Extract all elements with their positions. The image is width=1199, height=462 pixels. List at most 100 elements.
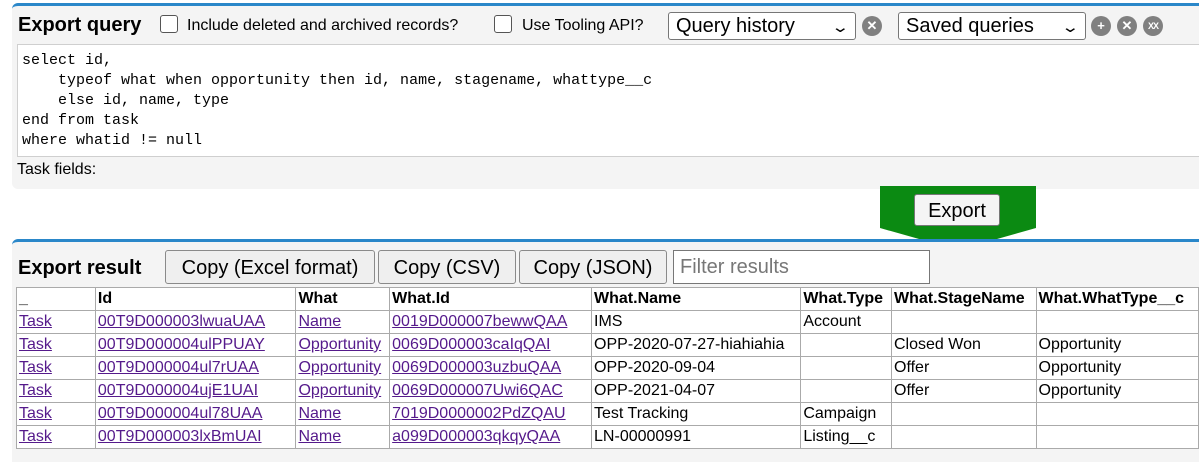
clear-history-x-circle-icon[interactable]: ✕ [862, 16, 882, 36]
query-history-select[interactable]: Query history ⌄ [668, 12, 856, 40]
cell-what-name: OPP-2021-04-07 [591, 379, 802, 403]
cell-object: Task [16, 402, 96, 426]
cell-stage-name: Offer [891, 356, 1037, 380]
cell-object: Task [16, 333, 96, 357]
export-query-panel: Export query Include deleted and archive… [12, 3, 1199, 189]
cell-id: 00T9D000004ul78UAA [94, 402, 297, 426]
cell-object: Task [16, 356, 96, 380]
cell-what-type-c: Opportunity [1035, 379, 1199, 403]
column-header[interactable]: What.Id [389, 287, 593, 311]
clear-saved-x-circle-icon[interactable]: ✕ [1117, 16, 1137, 36]
what-id-link[interactable]: 0069D000003uzbuQAA [392, 359, 561, 376]
copy-json-button[interactable]: Copy (JSON) [519, 250, 667, 284]
object-link[interactable]: Task [19, 313, 52, 330]
query-history-value: Query history [676, 15, 795, 37]
cell-what-type-c: Opportunity [1035, 356, 1199, 380]
cell-what-name: LN-00000991 [591, 425, 802, 449]
saved-queries-value: Saved queries [906, 15, 1034, 37]
cell-id: 00T9D000004ulPPUAY [94, 333, 297, 357]
cell-what: Opportunity [295, 379, 391, 403]
cell-id: 00T9D000004ul7rUAA [94, 356, 297, 380]
cell-what-type: Listing__c [800, 425, 892, 449]
copy-excel-button[interactable]: Copy (Excel format) [165, 250, 375, 284]
cell-object: Task [16, 425, 96, 449]
cell-what-id: a099D000003qkqyQAA [389, 425, 593, 449]
what-id-link[interactable]: a099D000003qkqyQAA [392, 428, 560, 445]
object-link[interactable]: Task [19, 382, 52, 399]
query-header: Export query Include deleted and archive… [12, 6, 1199, 44]
cell-what: Opportunity [295, 356, 391, 380]
cell-what-type-c [1035, 425, 1199, 449]
include-deleted-checkbox[interactable] [160, 15, 178, 33]
cell-what-name: OPP-2020-07-27-hiahiahia [591, 333, 802, 357]
what-link[interactable]: Name [298, 405, 341, 422]
column-header[interactable]: What.Type [800, 287, 892, 311]
column-header[interactable]: Id [94, 287, 297, 311]
saved-queries-select[interactable]: Saved queries ⌄ [898, 12, 1086, 40]
what-link[interactable]: Name [298, 313, 341, 330]
what-id-link[interactable]: 0069D000003caIqQAI [392, 336, 550, 353]
id-link[interactable]: 00T9D000004ul7rUAA [98, 359, 259, 376]
id-link[interactable]: 00T9D000003lwuaUAA [98, 313, 265, 330]
result-title: Export result [18, 257, 142, 279]
table-row: Task 00T9D000004ulPPUAY Opportunity 0069… [16, 333, 1199, 357]
cell-what-type-c [1035, 402, 1199, 426]
column-header[interactable]: What [295, 287, 391, 311]
save-query-plus-circle-icon[interactable]: + [1091, 16, 1111, 36]
cell-what-id: 0069D000003caIqQAI [389, 333, 593, 357]
table-row: Task 00T9D000003lxBmUAI Name a099D000003… [16, 425, 1199, 449]
what-link[interactable]: Opportunity [298, 382, 381, 399]
column-header[interactable]: What.Name [591, 287, 802, 311]
id-link[interactable]: 00T9D000004ulPPUAY [98, 336, 265, 353]
tooling-api-checkbox[interactable] [494, 15, 512, 33]
column-header[interactable]: What.WhatType__c [1035, 287, 1199, 311]
id-link[interactable]: 00T9D000003lxBmUAI [98, 428, 262, 445]
table-row: Task 00T9D000004ul7rUAA Opportunity 0069… [16, 356, 1199, 380]
copy-csv-button[interactable]: Copy (CSV) [378, 250, 516, 284]
cell-stage-name: Offer [891, 379, 1037, 403]
what-link[interactable]: Opportunity [298, 359, 381, 376]
cell-what-type: Campaign [800, 402, 892, 426]
panel-title: Export query [18, 14, 142, 36]
id-link[interactable]: 00T9D000004ujE1UAI [98, 382, 258, 399]
object-link[interactable]: Task [19, 405, 52, 422]
chevron-down-icon: ⌄ [831, 19, 851, 36]
cell-what-name: OPP-2020-09-04 [591, 356, 802, 380]
cell-what-type [800, 379, 892, 403]
what-id-link[interactable]: 0019D000007bewwQAA [392, 313, 567, 330]
what-link[interactable]: Opportunity [298, 336, 381, 353]
cell-what-id: 0069D000007Uwi6QAC [389, 379, 593, 403]
cell-id: 00T9D000003lxBmUAI [94, 425, 297, 449]
cell-stage-name [891, 310, 1037, 334]
tooling-api-label: Use Tooling API? [522, 17, 644, 34]
object-link[interactable]: Task [19, 428, 52, 445]
cell-what-type [800, 356, 892, 380]
cell-id: 00T9D000003lwuaUAA [94, 310, 297, 334]
column-header[interactable]: What.StageName [891, 287, 1037, 311]
cell-what-id: 0019D000007bewwQAA [389, 310, 593, 334]
cell-what: Name [295, 402, 391, 426]
cell-what-id: 7019D0000002PdZQAU [389, 402, 593, 426]
chevron-down-icon: ⌄ [1061, 19, 1081, 36]
object-link[interactable]: Task [19, 359, 52, 376]
what-link[interactable]: Name [298, 428, 341, 445]
column-header[interactable]: _ [16, 287, 96, 311]
query-editor[interactable]: select id, typeof what when opportunity … [17, 44, 1199, 157]
what-id-link[interactable]: 7019D0000002PdZQAU [392, 405, 565, 422]
object-link[interactable]: Task [19, 336, 52, 353]
filter-results-input[interactable] [673, 250, 930, 284]
id-link[interactable]: 00T9D000004ul78UAA [98, 405, 263, 422]
cell-object: Task [16, 310, 96, 334]
cell-stage-name [891, 425, 1037, 449]
cell-what-name: IMS [591, 310, 802, 334]
cell-what: Name [295, 310, 391, 334]
what-id-link[interactable]: 0069D000007Uwi6QAC [392, 382, 563, 399]
export-button[interactable]: Export [914, 194, 1000, 226]
cell-object: Task [16, 379, 96, 403]
cell-stage-name [891, 402, 1037, 426]
cell-what-type [800, 333, 892, 357]
include-deleted-label: Include deleted and archived records? [187, 17, 459, 34]
clear-all-saved-xx-circle-icon[interactable]: XX [1143, 16, 1163, 36]
cell-what-type: Account [800, 310, 892, 334]
table-row: Task 00T9D000004ujE1UAI Opportunity 0069… [16, 379, 1199, 403]
